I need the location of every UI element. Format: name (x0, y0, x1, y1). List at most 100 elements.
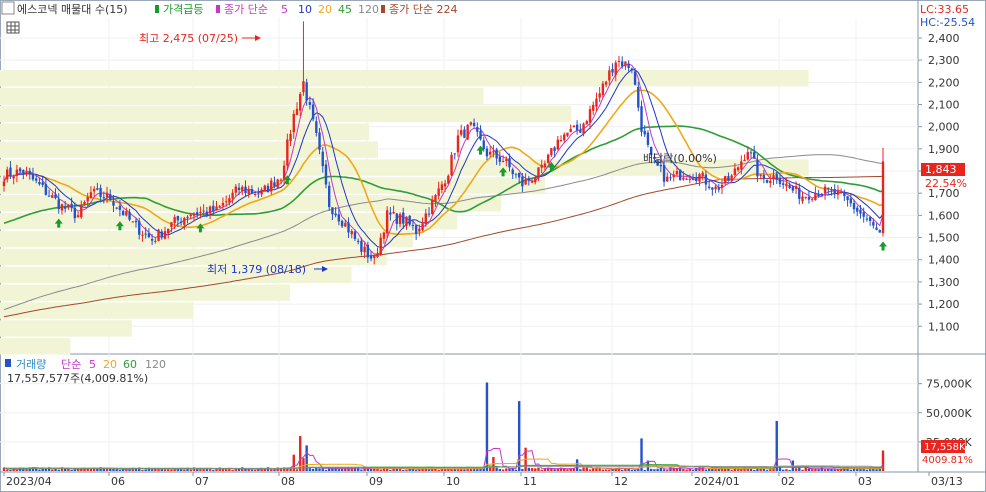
price-tag-pct: 22.54% (925, 177, 967, 190)
volume-bar (659, 468, 663, 471)
volume-profile-bar (0, 302, 194, 319)
candle-body (318, 132, 321, 150)
candle-body (121, 210, 125, 216)
volume-bar (765, 470, 769, 472)
candle-body (131, 221, 134, 223)
volume-bar (263, 469, 267, 471)
volume-bar (318, 468, 321, 471)
date-tick-label: 10 (446, 475, 460, 488)
candle-body (778, 178, 782, 184)
candle-body (308, 101, 312, 105)
candle-body (862, 212, 865, 217)
volume-readout: 17,557,577주(4,009.81%) (7, 372, 148, 385)
volume-bar (730, 469, 733, 471)
candle-body (150, 239, 154, 241)
candle-body (305, 82, 308, 101)
candle-body (753, 152, 756, 159)
candle-body (836, 191, 840, 195)
volume-bar (620, 469, 624, 471)
volume-bar (736, 469, 740, 471)
candle-body (105, 192, 109, 198)
legend-title[interactable]: 에스코넥 매물대 수(15) (17, 3, 128, 16)
volume-legend-title[interactable]: 거래량 (16, 358, 46, 371)
candle-body (60, 204, 64, 211)
candle-body (421, 223, 424, 231)
volume-bar (231, 469, 234, 471)
volume-bar (150, 469, 154, 471)
candle-body (485, 148, 489, 157)
candle-body (241, 186, 244, 191)
volume-profile-bar (0, 87, 484, 105)
candle-body (479, 130, 482, 140)
legend-ma-label[interactable]: 종가 단순 (224, 3, 268, 16)
candle-body (714, 186, 717, 190)
volume-bar (443, 469, 447, 471)
volume-bar (51, 469, 54, 471)
ma224-legend-swatch (381, 5, 385, 13)
candle-body (859, 209, 862, 214)
volume-bar (688, 469, 692, 471)
candle-body (395, 213, 399, 224)
candle-body (595, 98, 598, 107)
volume-bar (498, 468, 502, 471)
candle-body (199, 211, 202, 214)
candle-body (617, 60, 621, 62)
candle-body (495, 149, 498, 159)
volume-bar (360, 469, 363, 471)
candle-body (601, 83, 605, 95)
candle-body (382, 232, 386, 239)
candle-body (749, 152, 753, 154)
candle-body (6, 169, 9, 180)
candle-body (41, 182, 44, 185)
candle-body (724, 176, 727, 184)
candle-body (443, 183, 447, 187)
legend-ma224[interactable]: 종가 단순 224 (389, 3, 457, 16)
volume-bar (685, 469, 688, 471)
volume-bar (141, 469, 144, 471)
hc-readout: HC:-25.54 (920, 16, 975, 29)
volume-bar (488, 467, 492, 471)
candle-body (740, 161, 743, 170)
candle-body (228, 198, 231, 203)
volume-bar (769, 469, 772, 471)
candle-body (350, 231, 353, 235)
volume-bar (340, 468, 344, 471)
candle-body (295, 108, 299, 115)
ma-legend-swatch (216, 5, 220, 13)
candle-body (15, 169, 19, 176)
candle-body (47, 195, 51, 197)
volume-legend-ma-label[interactable]: 단순 (61, 358, 81, 371)
candle-body (34, 178, 38, 181)
candle-body (315, 121, 318, 133)
volume-bar (144, 469, 147, 471)
candle-body (163, 231, 167, 239)
volume-bar (170, 469, 173, 471)
volume-tick-label: 50,000K (926, 407, 972, 420)
candle-body (450, 154, 453, 176)
volume-bar (527, 467, 531, 471)
legend-toggle-box[interactable] (1, 1, 15, 15)
candle-body (212, 205, 215, 212)
candle-body (868, 217, 872, 221)
legend-surge[interactable]: 가격급등 (163, 3, 203, 16)
volume-bar (627, 468, 630, 471)
volume-bar (556, 469, 560, 471)
grid-icon[interactable] (6, 21, 20, 34)
candle-body (794, 186, 798, 190)
candle-body (498, 156, 502, 162)
price-tick-label: 2,400 (928, 32, 960, 45)
volume-bar (57, 469, 60, 471)
candle-body (379, 237, 382, 255)
candle-body (414, 225, 418, 234)
candle-body (456, 135, 460, 153)
stock-chart-window: 1,1001,2001,3001,4001,5001,6001,7001,800… (0, 0, 986, 492)
candle-body (183, 218, 186, 225)
volume-bar (788, 470, 791, 472)
legend-ma5: 5 (281, 3, 288, 16)
candle-body (250, 189, 254, 194)
candle-body (762, 174, 766, 179)
volume-bar (115, 469, 118, 471)
candle-body (717, 187, 720, 190)
candle-body (244, 186, 247, 194)
volume-legend-swatch (5, 359, 11, 367)
